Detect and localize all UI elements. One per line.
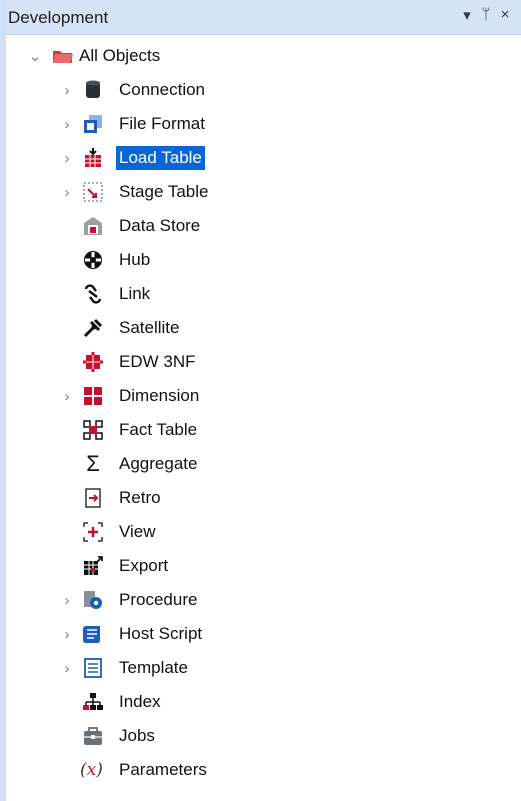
- host-script-icon: [82, 623, 104, 645]
- data-store-icon: [82, 215, 104, 237]
- tree-item-data-store[interactable]: Data Store: [6, 209, 521, 243]
- edw-icon: [82, 351, 104, 373]
- jobs-icon: [82, 725, 104, 747]
- retro-icon: [82, 487, 104, 509]
- tree-item-template[interactable]: › Template: [6, 651, 521, 685]
- tree-item-edw-3nf[interactable]: EDW 3NF: [6, 345, 521, 379]
- close-button[interactable]: ×: [496, 6, 514, 23]
- tree-root-all-objects[interactable]: ⌄ All Objects: [6, 39, 521, 73]
- tree-item-label: Fact Table: [119, 420, 198, 439]
- tree-item-label: Template: [119, 658, 188, 677]
- tree-item-file-format[interactable]: › File Format: [6, 107, 521, 141]
- link-icon: [82, 283, 104, 305]
- tree-item-label: Load Table: [116, 146, 205, 170]
- tree-item-link[interactable]: Link: [6, 277, 521, 311]
- satellite-icon: [82, 317, 104, 339]
- load-table-icon: [82, 147, 104, 169]
- dimension-icon: [82, 385, 104, 407]
- chevron-down-icon[interactable]: ⌄: [28, 39, 42, 73]
- tree-item-label: Dimension: [119, 386, 200, 405]
- tree-item-label: View: [119, 522, 156, 541]
- chevron-right-icon[interactable]: ›: [60, 651, 74, 685]
- tree-item-jobs[interactable]: Jobs: [6, 719, 521, 753]
- tree-item-stage-table[interactable]: › Stage Table: [6, 175, 521, 209]
- export-icon: [82, 555, 104, 577]
- tree-item-label: File Format: [119, 114, 205, 133]
- tree-item-export[interactable]: Export: [6, 549, 521, 583]
- chevron-right-icon[interactable]: ›: [60, 379, 74, 413]
- tree-item-label: Index: [119, 692, 161, 711]
- tree-item-label: Procedure: [119, 590, 198, 609]
- tree-root-label: All Objects: [79, 46, 161, 65]
- chevron-right-icon[interactable]: ›: [60, 583, 74, 617]
- panel-title: Development: [8, 8, 109, 27]
- view-icon: [82, 521, 104, 543]
- stage-table-icon: [82, 181, 104, 203]
- fact-table-icon: [82, 419, 104, 441]
- tree-item-label: Jobs: [119, 726, 155, 745]
- panel-titlebar: Development ▾ ᛘ ×: [6, 0, 521, 35]
- chevron-right-icon[interactable]: ›: [60, 617, 74, 651]
- tree-item-label: EDW 3NF: [119, 352, 196, 371]
- tree-item-retro[interactable]: Retro: [6, 481, 521, 515]
- pin-button[interactable]: ᛘ: [477, 6, 495, 23]
- tree-item-view[interactable]: View: [6, 515, 521, 549]
- tree-item-dimension[interactable]: › Dimension: [6, 379, 521, 413]
- hub-icon: [82, 249, 104, 271]
- tree-item-index[interactable]: Index: [6, 685, 521, 719]
- tree-item-label: Parameters: [119, 760, 207, 779]
- tree-item-label: Stage Table: [119, 182, 209, 201]
- tree-item-parameters[interactable]: (x) Parameters: [6, 753, 521, 787]
- folder-open-icon: [52, 45, 74, 67]
- tree-item-connection[interactable]: › Connection: [6, 73, 521, 107]
- tree-item-satellite[interactable]: Satellite: [6, 311, 521, 345]
- tree-item-label: Aggregate: [119, 454, 198, 473]
- template-icon: [82, 657, 104, 679]
- tree-item-label: Retro: [119, 488, 161, 507]
- tree-item-label: Data Store: [119, 216, 201, 235]
- tree-item-label: Host Script: [119, 624, 203, 643]
- tree-item-label: Link: [119, 284, 151, 303]
- database-icon: [82, 79, 104, 101]
- tree-item-fact-table[interactable]: Fact Table: [6, 413, 521, 447]
- tree-item-label: Hub: [119, 250, 151, 269]
- tree-item-hub[interactable]: Hub: [6, 243, 521, 277]
- tree-item-aggregate[interactable]: Σ Aggregate: [6, 447, 521, 481]
- window-position-dropdown-button[interactable]: ▾: [458, 6, 476, 24]
- chevron-right-icon[interactable]: ›: [60, 73, 74, 107]
- tree-item-label: Export: [119, 556, 169, 575]
- chevron-right-icon[interactable]: ›: [60, 141, 74, 175]
- tree-item-host-script[interactable]: › Host Script: [6, 617, 521, 651]
- tree-item-label: Connection: [119, 80, 206, 99]
- tree-item-label: Satellite: [119, 318, 180, 337]
- tree-item-procedure[interactable]: › Procedure: [6, 583, 521, 617]
- chevron-right-icon[interactable]: ›: [60, 107, 74, 141]
- tree-item-load-table[interactable]: › Load Table: [6, 141, 521, 175]
- sigma-icon: Σ: [86, 451, 100, 476]
- index-icon: [82, 691, 104, 713]
- file-format-icon: [82, 113, 104, 135]
- development-panel: Development ▾ ᛘ × ⌄ All Objects › Connec…: [0, 0, 521, 801]
- procedure-icon: [82, 589, 104, 611]
- parameters-icon: (x): [80, 760, 103, 780]
- chevron-right-icon[interactable]: ›: [60, 175, 74, 209]
